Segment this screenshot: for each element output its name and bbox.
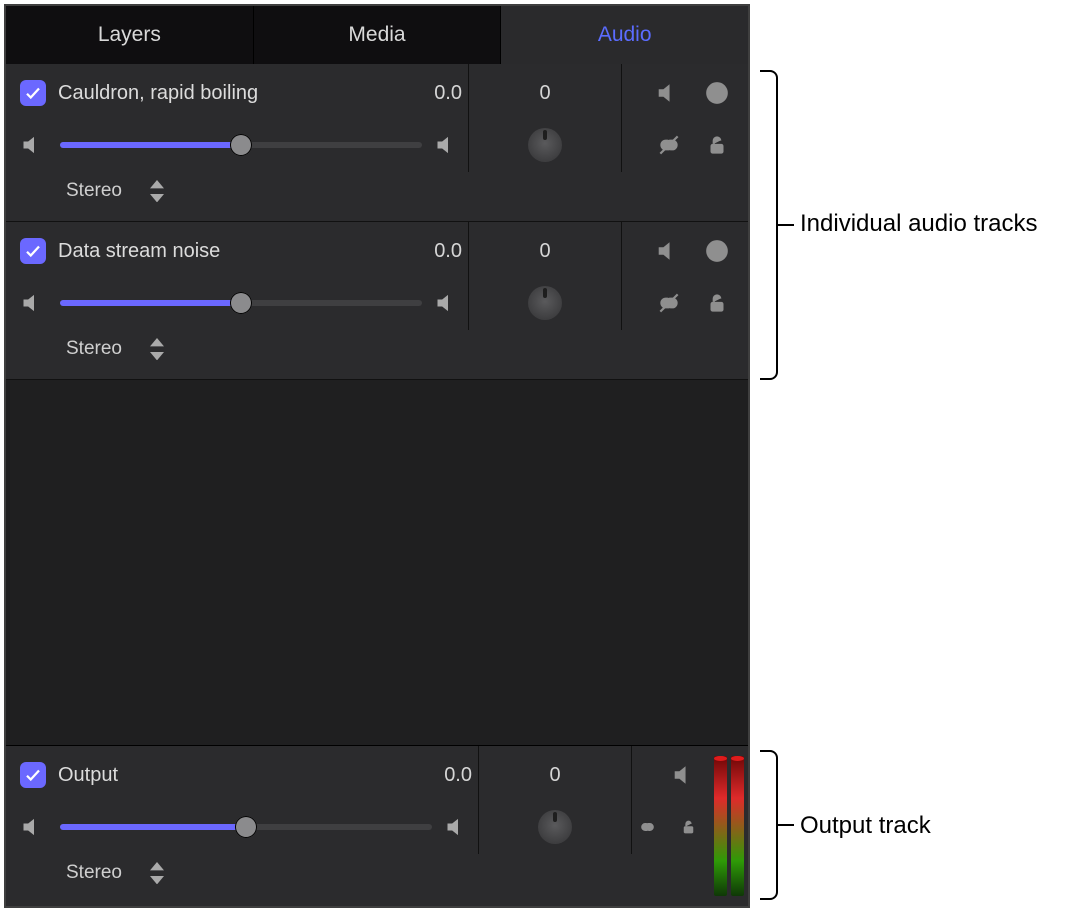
- annotation-tick: [778, 224, 794, 226]
- pan-knob[interactable]: [528, 128, 562, 162]
- track-name[interactable]: Data stream noise: [58, 240, 392, 263]
- volume-slider[interactable]: [60, 824, 432, 830]
- track-name[interactable]: Cauldron, rapid boiling: [58, 82, 392, 105]
- track-list: Cauldron, rapid boiling 0.0 0: [6, 64, 748, 380]
- level-value[interactable]: 0.0: [392, 82, 462, 105]
- annotation-individual: Individual audio tracks: [800, 210, 1037, 238]
- annotation-bracket: [760, 750, 778, 900]
- pan-knob[interactable]: [528, 286, 562, 320]
- link-icon[interactable]: [656, 132, 682, 158]
- channel-mode-select[interactable]: Stereo: [66, 862, 164, 884]
- meter-right: [731, 756, 744, 896]
- annotation-bracket: [760, 70, 778, 380]
- tab-bar: Layers Media Audio: [6, 6, 748, 64]
- enable-checkbox[interactable]: [20, 238, 46, 264]
- volume-slider[interactable]: [60, 142, 422, 148]
- tab-media[interactable]: Media: [254, 6, 502, 64]
- lock-icon[interactable]: [679, 814, 698, 840]
- link-icon[interactable]: [656, 290, 682, 316]
- audio-track: Data stream noise 0.0 0: [6, 222, 748, 380]
- link-icon[interactable]: [638, 814, 657, 840]
- level-value[interactable]: 0.0: [402, 764, 472, 787]
- channel-mode-select[interactable]: Stereo: [66, 338, 164, 360]
- solo-icon[interactable]: [704, 238, 730, 264]
- channel-mode-label: Stereo: [66, 862, 122, 884]
- pan-knob[interactable]: [538, 810, 572, 844]
- volume-slider[interactable]: [60, 300, 422, 306]
- annotation-output: Output track: [800, 812, 931, 840]
- mute-icon[interactable]: [656, 238, 682, 264]
- output-track-area: Output 0.0 0: [6, 745, 748, 906]
- output-track: Output 0.0 0: [6, 746, 748, 906]
- enable-checkbox[interactable]: [20, 80, 46, 106]
- tab-layers[interactable]: Layers: [6, 6, 254, 64]
- meter-left: [714, 756, 727, 896]
- output-meters: [714, 756, 744, 896]
- volume-low-icon: [20, 289, 48, 317]
- channel-mode-select[interactable]: Stereo: [66, 180, 164, 202]
- enable-checkbox[interactable]: [20, 762, 46, 788]
- audio-track: Cauldron, rapid boiling 0.0 0: [6, 64, 748, 222]
- volume-high-icon: [434, 131, 462, 159]
- volume-high-icon: [434, 289, 462, 317]
- empty-area: [6, 380, 748, 745]
- pan-value[interactable]: 0: [475, 240, 615, 263]
- stepper-icon: [150, 862, 164, 884]
- pan-value[interactable]: 0: [485, 764, 625, 787]
- channel-mode-label: Stereo: [66, 338, 122, 360]
- channel-mode-label: Stereo: [66, 180, 122, 202]
- mute-icon[interactable]: [656, 80, 682, 106]
- solo-icon[interactable]: [704, 80, 730, 106]
- track-name[interactable]: Output: [58, 764, 402, 787]
- volume-low-icon: [20, 813, 48, 841]
- lock-icon[interactable]: [704, 290, 730, 316]
- level-value[interactable]: 0.0: [392, 240, 462, 263]
- annotation-tick: [778, 824, 794, 826]
- volume-low-icon: [20, 131, 48, 159]
- pan-value[interactable]: 0: [475, 82, 615, 105]
- stepper-icon: [150, 180, 164, 202]
- mute-icon[interactable]: [672, 762, 698, 788]
- audio-panel: Layers Media Audio Cauldron, rapid boili…: [4, 4, 750, 908]
- tab-audio[interactable]: Audio: [501, 6, 748, 64]
- lock-icon[interactable]: [704, 132, 730, 158]
- stepper-icon: [150, 338, 164, 360]
- volume-high-icon: [444, 813, 472, 841]
